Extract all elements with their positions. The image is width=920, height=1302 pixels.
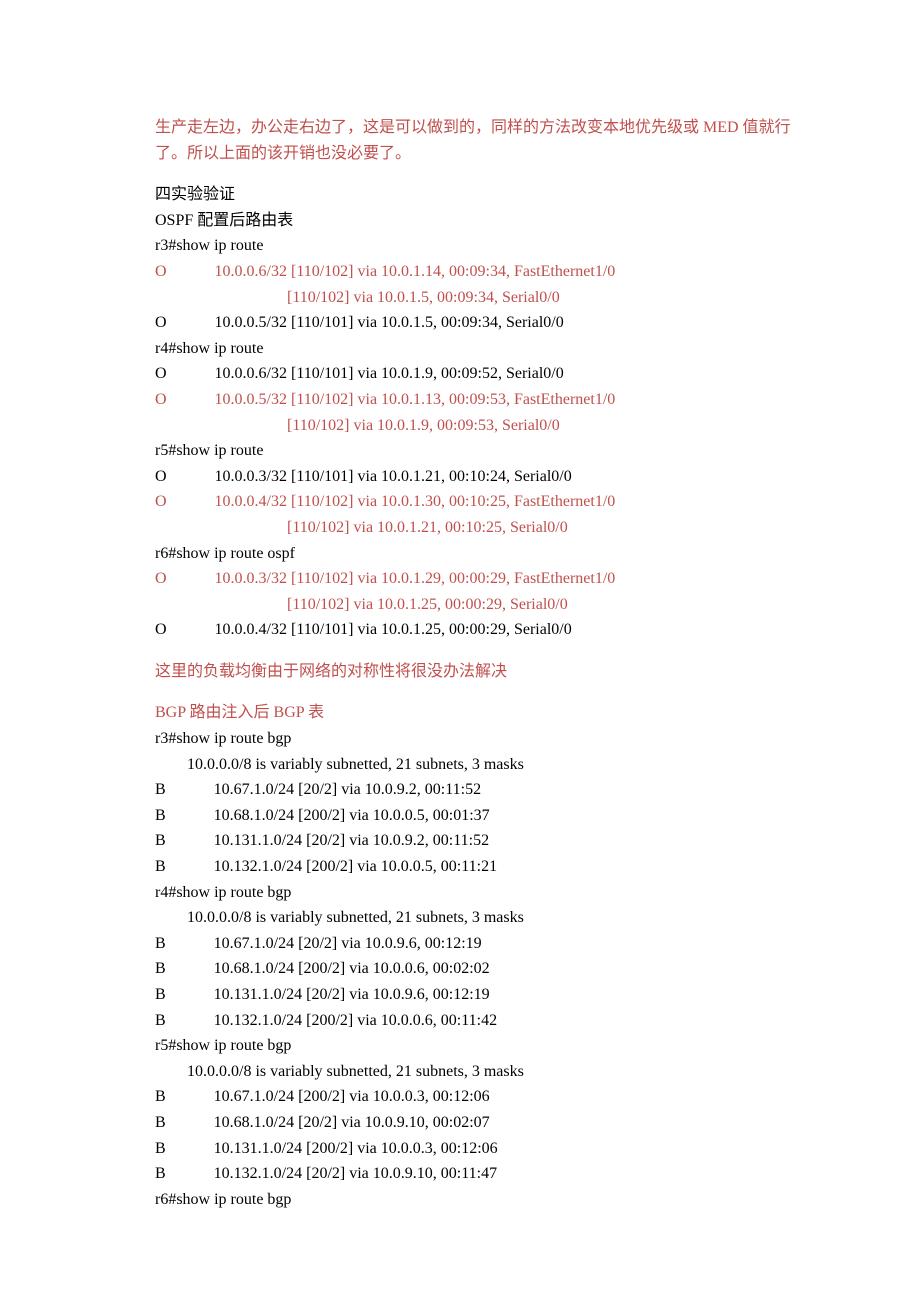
r3-bgp-command: r3#show ip route bgp: [155, 726, 810, 752]
bgp-section-title: BGP 路由注入后 BGP 表: [155, 700, 810, 726]
r3-command: r3#show ip route: [155, 233, 810, 259]
r4-route-line: [110/102] via 10.0.1.9, 00:09:53, Serial…: [155, 413, 810, 439]
r4-bgp-line: B 10.132.1.0/24 [200/2] via 10.0.0.6, 00…: [155, 1008, 810, 1034]
r3-bgp-subnet: 10.0.0.0/8 is variably subnetted, 21 sub…: [155, 752, 810, 778]
r5-bgp-line: B 10.132.1.0/24 [20/2] via 10.0.9.10, 00…: [155, 1161, 810, 1187]
r4-route-line: O 10.0.0.6/32 [110/101] via 10.0.1.9, 00…: [155, 361, 810, 387]
r5-route-line: O 10.0.0.4/32 [110/102] via 10.0.1.30, 0…: [155, 489, 810, 515]
r5-command: r5#show ip route: [155, 438, 810, 464]
ospf-subtitle: OSPF 配置后路由表: [155, 208, 810, 234]
r3-route-line: [110/102] via 10.0.1.5, 00:09:34, Serial…: [155, 285, 810, 311]
r3-route-line: O 10.0.0.6/32 [110/102] via 10.0.1.14, 0…: [155, 259, 810, 285]
r5-bgp-command: r5#show ip route bgp: [155, 1033, 810, 1059]
r4-bgp-line: B 10.67.1.0/24 [20/2] via 10.0.9.6, 00:1…: [155, 931, 810, 957]
r5-route-line: O 10.0.0.3/32 [110/101] via 10.0.1.21, 0…: [155, 464, 810, 490]
r3-bgp-line: B 10.132.1.0/24 [200/2] via 10.0.0.5, 00…: [155, 854, 810, 880]
r6-route-line: [110/102] via 10.0.1.25, 00:00:29, Seria…: [155, 592, 810, 618]
r4-command: r4#show ip route: [155, 336, 810, 362]
r4-bgp-line: B 10.131.1.0/24 [20/2] via 10.0.9.6, 00:…: [155, 982, 810, 1008]
r3-route-line: O 10.0.0.5/32 [110/101] via 10.0.1.5, 00…: [155, 310, 810, 336]
r4-bgp-command: r4#show ip route bgp: [155, 880, 810, 906]
r4-bgp-line: B 10.68.1.0/24 [200/2] via 10.0.0.6, 00:…: [155, 956, 810, 982]
document-page: 生产走左边，办公走右边了，这是可以做到的，同样的方法改变本地优先级或 MED 值…: [0, 0, 920, 1272]
r3-bgp-line: B 10.68.1.0/24 [200/2] via 10.0.0.5, 00:…: [155, 803, 810, 829]
r3-bgp-line: B 10.67.1.0/24 [20/2] via 10.0.9.2, 00:1…: [155, 777, 810, 803]
r5-bgp-line: B 10.68.1.0/24 [20/2] via 10.0.9.10, 00:…: [155, 1110, 810, 1136]
r5-bgp-line: B 10.67.1.0/24 [200/2] via 10.0.0.3, 00:…: [155, 1084, 810, 1110]
r6-route-line: O 10.0.0.4/32 [110/101] via 10.0.1.25, 0…: [155, 617, 810, 643]
r6-command: r6#show ip route ospf: [155, 541, 810, 567]
r4-bgp-subnet: 10.0.0.0/8 is variably subnetted, 21 sub…: [155, 905, 810, 931]
r6-route-line: O 10.0.0.3/32 [110/102] via 10.0.1.29, 0…: [155, 566, 810, 592]
r6-bgp-command: r6#show ip route bgp: [155, 1187, 810, 1213]
r5-bgp-line: B 10.131.1.0/24 [200/2] via 10.0.0.3, 00…: [155, 1136, 810, 1162]
intro-paragraph: 生产走左边，办公走右边了，这是可以做到的，同样的方法改变本地优先级或 MED 值…: [155, 115, 810, 166]
r3-bgp-line: B 10.131.1.0/24 [20/2] via 10.0.9.2, 00:…: [155, 828, 810, 854]
section-title: 四实验验证: [155, 182, 810, 208]
r5-route-line: [110/102] via 10.0.1.21, 00:10:25, Seria…: [155, 515, 810, 541]
note-symmetry: 这里的负载均衡由于网络的对称性将很没办法解决: [155, 659, 810, 685]
r4-route-line: O 10.0.0.5/32 [110/102] via 10.0.1.13, 0…: [155, 387, 810, 413]
r5-bgp-subnet: 10.0.0.0/8 is variably subnetted, 21 sub…: [155, 1059, 810, 1085]
